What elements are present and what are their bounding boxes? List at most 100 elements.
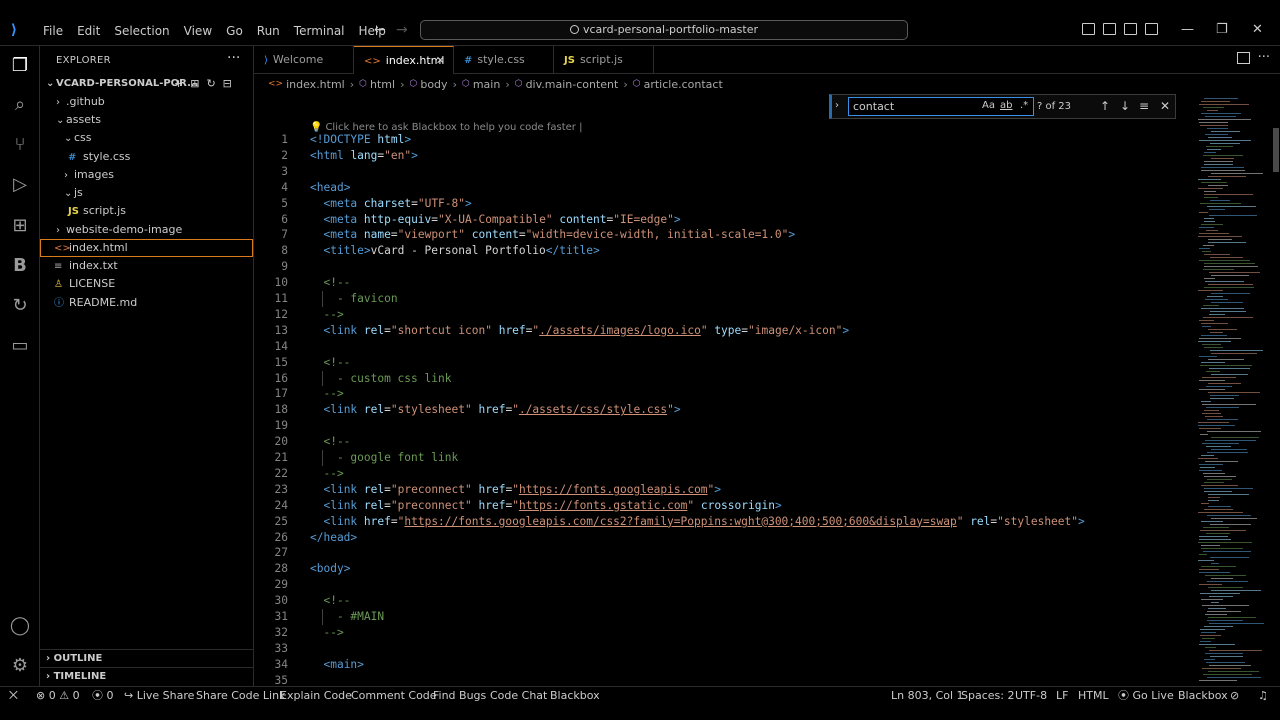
live-share-icon[interactable]: ↻ [8,294,32,318]
regex-toggle[interactable]: .* [1020,100,1028,111]
timeline-section[interactable]: › TIMELINE [40,667,253,686]
cursor-position[interactable]: Ln 803, Col 1 [891,687,964,704]
blackbox-right-button[interactable]: Blackbox [1178,687,1228,704]
breadcrumb-item[interactable]: ⬡ article.contact [633,78,723,91]
refresh-icon[interactable]: ↻ [206,77,215,90]
more-actions-icon[interactable]: ··· [1258,50,1270,65]
blackbox-icon[interactable]: B [8,254,32,278]
menu-terminal[interactable]: Terminal [287,23,352,39]
menu-selection[interactable]: Selection [107,23,176,39]
remote-icon[interactable]: ⨉ [9,687,18,704]
minimap-line [1202,326,1211,327]
account-off-icon[interactable]: ⊘ [1230,687,1239,704]
menu-file[interactable]: File [36,23,70,39]
minimap-line [1209,650,1262,651]
comment-code-button[interactable]: Comment Code [351,687,437,704]
line-number: 4 [281,180,288,194]
explain-code-button[interactable]: Explain Code [280,687,352,704]
menu-go[interactable]: Go [219,23,250,39]
tree-item[interactable]: ⓘ README.md [40,294,253,312]
find-bugs-button[interactable]: Find Bugs [433,687,486,704]
tree-item[interactable]: › .github [40,93,253,111]
tree-item[interactable]: ≡ index.txt [40,257,253,275]
breadcrumb-label: html [370,77,396,91]
explorer-icon[interactable]: ❐ [8,54,32,78]
line-number: 16 [274,371,288,385]
source-control-icon[interactable]: ⑂ [8,133,32,157]
outline-section[interactable]: › OUTLINE [40,649,253,668]
tree-item[interactable]: ⌄ assets [40,111,253,129]
tree-item[interactable]: JS script.js [40,202,253,220]
code-text: <link rel="stylesheet" href="./assets/cs… [323,403,681,417]
close-window-icon[interactable]: ✕ [1252,22,1263,37]
tree-item[interactable]: › images [40,166,253,184]
end-of-line[interactable]: LF [1056,687,1068,704]
close-icon[interactable]: ✕ [1160,99,1170,113]
ports-indicator[interactable]: ⦿ 0 [92,687,114,704]
menu-run[interactable]: Run [250,23,287,39]
code-chat-button[interactable]: Code Chat [490,687,547,704]
minimap[interactable] [1194,96,1280,686]
split-editor-icon[interactable] [1237,52,1250,64]
search-icon[interactable]: ⌕ [8,93,32,117]
match-case-toggle[interactable]: Aa [982,100,995,111]
tree-item[interactable]: # style.css [40,148,253,166]
breadcrumb-item[interactable]: <> index.html [268,78,345,91]
minimap-line [1208,284,1253,285]
tree-item-selected[interactable]: <>index.html [40,239,253,257]
command-center[interactable]: vcard-personal-portfolio-master [420,20,908,40]
breadcrumb-item[interactable]: ⬡ html [359,78,395,91]
chevron-right-icon[interactable]: › [835,100,839,111]
tree-item[interactable]: ⌄ js [40,184,253,202]
toggle-secondary-sidebar-icon[interactable] [1124,23,1137,35]
find-in-selection-icon[interactable]: ≡ [1139,99,1149,113]
language-mode[interactable]: HTML [1078,687,1109,704]
gear-icon[interactable]: ⚙ [8,654,32,678]
toggle-panel-icon[interactable] [1103,23,1116,35]
more-actions-icon[interactable]: ··· [227,50,240,66]
breadcrumb-item[interactable]: ⬡ main [462,78,500,91]
code-editor[interactable]: 💡 Click here to ask Blackbox to help you … [254,96,1194,686]
tab-style-css[interactable]: # style.css [454,46,554,74]
tree-item[interactable]: › website-demo-image [40,221,253,239]
live-share-button[interactable]: ↪ Live Share [124,687,194,704]
tab-script-js[interactable]: JS script.js [554,46,654,74]
arrow-up-icon[interactable]: ↑ [1100,99,1110,113]
toggle-sidebar-icon[interactable] [1082,23,1095,35]
arrow-left-icon[interactable]: ← [374,22,386,38]
new-file-icon[interactable]: + [174,77,183,90]
minimap-line [1202,605,1249,606]
minimap-line [1204,197,1218,198]
problems-indicator[interactable]: ⊗ 0 ⚠ 0 [36,687,80,704]
indentation[interactable]: Spaces: 2 [961,687,1014,704]
tab-welcome[interactable]: ⟩ Welcome [254,46,354,74]
remote-explorer-icon[interactable]: ▭ [8,334,32,358]
tab-index-html[interactable]: <> index.html ✕ [354,46,454,74]
encoding[interactable]: UTF-8 [1015,687,1047,704]
customize-layout-icon[interactable] [1145,23,1158,35]
minimap-line [1208,500,1219,501]
menu-view[interactable]: View [177,23,219,39]
blackbox-status-button[interactable]: Blackbox [550,687,600,704]
tree-item[interactable]: ♙ LICENSE [40,275,253,293]
arrow-down-icon[interactable]: ↓ [1120,99,1130,113]
menu-edit[interactable]: Edit [70,23,107,39]
menu-help[interactable]: Help [352,23,393,39]
arrow-right-icon[interactable]: → [396,22,408,38]
close-icon[interactable]: ✕ [436,47,445,75]
collapse-all-icon[interactable]: ⊟ [223,77,232,90]
restore-icon[interactable]: ❐ [1216,22,1228,37]
bell-icon[interactable]: ♫ [1258,687,1268,704]
run-debug-icon[interactable]: ▷ [8,173,32,197]
scrollbar-thumb[interactable] [1273,128,1279,172]
breadcrumb-item[interactable]: ⬡ body [409,78,447,91]
match-word-toggle[interactable]: ab [1000,100,1012,111]
tree-item[interactable]: ⌄ css [40,129,253,147]
go-live-button[interactable]: ⦿ Go Live [1118,687,1174,704]
new-folder-icon[interactable]: ⊞ [190,77,199,90]
breadcrumb-item[interactable]: ⬡ div.main-content [515,78,619,91]
minimize-icon[interactable]: — [1181,22,1194,37]
share-code-link-button[interactable]: Share Code Link [196,687,285,704]
accounts-icon[interactable]: ◯ [8,614,32,638]
extensions-icon[interactable]: ⊞ [8,214,32,238]
